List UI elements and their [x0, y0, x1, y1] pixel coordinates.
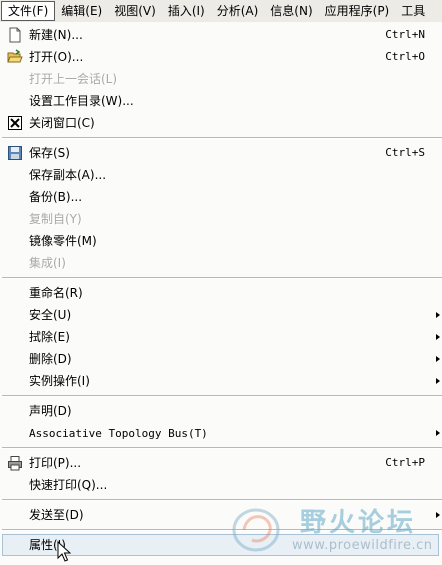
menu-item-label: 安全(U) [29, 308, 72, 322]
menu-separator [2, 529, 442, 531]
save-disk-icon [8, 146, 22, 160]
menu-item-set-working-directory[interactable]: 设置工作目录(W)... [0, 90, 442, 112]
close-window-icon [8, 116, 22, 130]
printer-icon [8, 456, 22, 471]
menu-item-label: 集成(I) [29, 256, 66, 270]
shortcut-text: Ctrl+S [385, 146, 425, 159]
menu-item-label: 打开(O)... [29, 50, 84, 64]
menu-item-copy-from: 复制自(Y) [0, 208, 442, 230]
menu-item-label: 设置工作目录(W)... [29, 94, 134, 108]
menu-view[interactable]: 视图(V) [108, 1, 162, 21]
shortcut-text: Ctrl+O [385, 50, 425, 63]
menu-item-label: Associative Topology Bus(T) [29, 427, 208, 440]
menu-file[interactable]: 文件(F) [1, 1, 56, 21]
menu-item-instance-operations[interactable]: 实例操作(I) [0, 370, 442, 392]
menubar: 文件(F) 编辑(E) 视图(V) 插入(I) 分析(A) 信息(N) 应用程序… [0, 0, 442, 23]
menu-item-label: 发送至(D) [29, 508, 84, 522]
shortcut-text: Ctrl+N [385, 28, 425, 41]
menu-item-close-window[interactable]: 关闭窗口(C) [0, 112, 442, 134]
menu-separator [2, 395, 442, 397]
menu-item-label: 快速打印(Q)... [29, 478, 108, 492]
menu-item-label: 删除(D) [29, 352, 72, 366]
submenu-arrow-icon [436, 378, 440, 384]
menu-item-label: 打印(P)... [29, 456, 82, 470]
menu-item-declare[interactable]: 声明(D) [0, 400, 442, 422]
mouse-pointer-icon [57, 541, 71, 562]
menu-item-label: 打开上一会话(L) [29, 72, 118, 86]
menu-item-delete[interactable]: 删除(D) [0, 348, 442, 370]
menu-item-label: 实例操作(I) [29, 374, 90, 388]
menu-item-backup[interactable]: 备份(B)... [0, 186, 442, 208]
menu-item-label: 重命名(R) [29, 286, 83, 300]
menu-item-label: 新建(N)... [29, 28, 83, 42]
menu-item-open-last-session: 打开上一会话(L) [0, 68, 442, 90]
menu-item-label: 复制自(Y) [29, 212, 82, 226]
menu-analysis[interactable]: 分析(A) [211, 1, 265, 21]
menu-separator [2, 137, 442, 139]
menu-item-label: 声明(D) [29, 404, 72, 418]
menu-item-label: 镜像零件(M) [29, 234, 97, 248]
menu-separator [2, 499, 442, 501]
menu-item-label: 关闭窗口(C) [29, 116, 95, 130]
menu-item-mirror-part[interactable]: 镜像零件(M) [0, 230, 442, 252]
menu-item-save[interactable]: 保存(S) Ctrl+S [0, 142, 442, 164]
menu-item-label: 保存副本(A)... [29, 168, 107, 182]
menu-item-send-to[interactable]: 发送至(D) [0, 504, 442, 526]
menu-insert[interactable]: 插入(I) [162, 1, 211, 21]
menu-separator [2, 277, 442, 279]
menu-tools[interactable]: 工具 [395, 1, 431, 21]
new-file-icon [9, 27, 21, 43]
menu-item-erase[interactable]: 拭除(E) [0, 326, 442, 348]
menu-item-label: 保存(S) [29, 146, 70, 160]
menu-item-save-copy[interactable]: 保存副本(A)... [0, 164, 442, 186]
menu-item-new[interactable]: 新建(N)... Ctrl+N [0, 24, 442, 46]
menu-item-integrate: 集成(I) [0, 252, 442, 274]
menu-edit[interactable]: 编辑(E) [55, 1, 108, 21]
menu-separator [2, 447, 442, 449]
menu-info[interactable]: 信息(N) [264, 1, 318, 21]
submenu-arrow-icon [436, 356, 440, 362]
open-folder-icon [7, 49, 23, 63]
submenu-arrow-icon [436, 512, 440, 518]
menu-item-rename[interactable]: 重命名(R) [0, 282, 442, 304]
file-menu-dropdown: 新建(N)... Ctrl+N 打开(O)... Ctrl+O 打开上一会话(L… [0, 22, 442, 565]
submenu-arrow-icon [436, 312, 440, 318]
submenu-arrow-icon [436, 430, 440, 436]
menu-item-associative-topology-bus[interactable]: Associative Topology Bus(T) [0, 422, 442, 444]
menu-item-print[interactable]: 打印(P)... Ctrl+P [0, 452, 442, 474]
shortcut-text: Ctrl+P [385, 456, 425, 469]
menu-item-label: 拭除(E) [29, 330, 70, 344]
menu-item-label: 备份(B)... [29, 190, 83, 204]
menu-item-open[interactable]: 打开(O)... Ctrl+O [0, 46, 442, 68]
menu-applications[interactable]: 应用程序(P) [319, 1, 396, 21]
menu-item-security[interactable]: 安全(U) [0, 304, 442, 326]
menu-item-quick-print[interactable]: 快速打印(Q)... [0, 474, 442, 496]
submenu-arrow-icon [436, 334, 440, 340]
